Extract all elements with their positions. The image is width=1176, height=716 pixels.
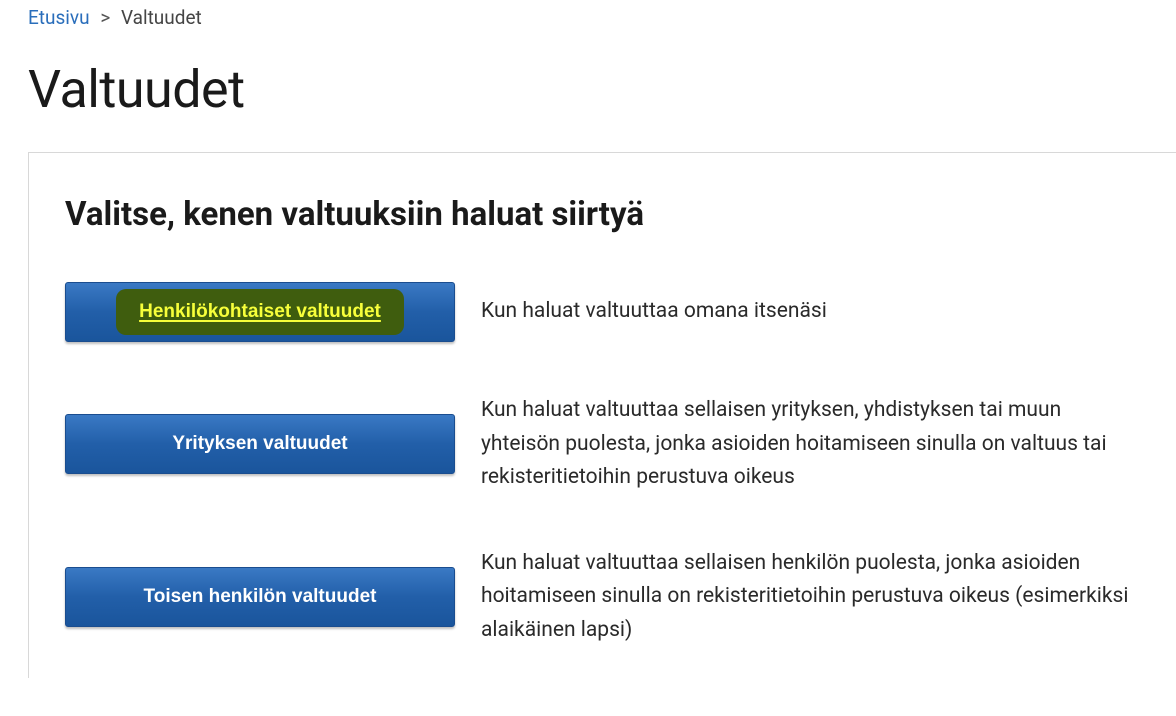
company-mandates-button[interactable]: Yrityksen valtuudet [65, 414, 455, 474]
breadcrumb: Etusivu > Valtuudet [0, 0, 1176, 37]
option-row-company: Yrityksen valtuudet Kun haluat valtuutta… [65, 394, 1140, 495]
card-heading: Valitse, kenen valtuuksiin haluat siirty… [65, 195, 1140, 234]
breadcrumb-separator: > [100, 6, 110, 29]
option-row-other-person: Toisen henkilön valtuudet Kun haluat val… [65, 547, 1140, 648]
other-person-mandates-button[interactable]: Toisen henkilön valtuudet [65, 567, 455, 627]
highlight-overlay: Henkilökohtaiset valtuudet [116, 289, 404, 335]
option-row-personal: Henkilökohtaiset valtuudet Kun haluat va… [65, 282, 1140, 342]
company-mandates-label: Yrityksen valtuudet [172, 433, 347, 455]
breadcrumb-current: Valtuudet [121, 6, 202, 29]
personal-mandates-description: Kun haluat valtuuttaa omana itsenäsi [481, 295, 827, 329]
breadcrumb-home-link[interactable]: Etusivu [28, 6, 90, 29]
company-mandates-description: Kun haluat valtuuttaa sellaisen yritykse… [481, 394, 1140, 495]
personal-mandates-label: Henkilökohtaiset valtuudet [139, 301, 381, 323]
other-person-mandates-label: Toisen henkilön valtuudet [144, 586, 377, 608]
personal-mandates-button[interactable]: Henkilökohtaiset valtuudet [65, 282, 455, 342]
page-title: Valtuudet [0, 37, 1176, 152]
other-person-mandates-description: Kun haluat valtuuttaa sellaisen henkilön… [481, 547, 1140, 648]
selection-card: Valitse, kenen valtuuksiin haluat siirty… [28, 152, 1176, 678]
